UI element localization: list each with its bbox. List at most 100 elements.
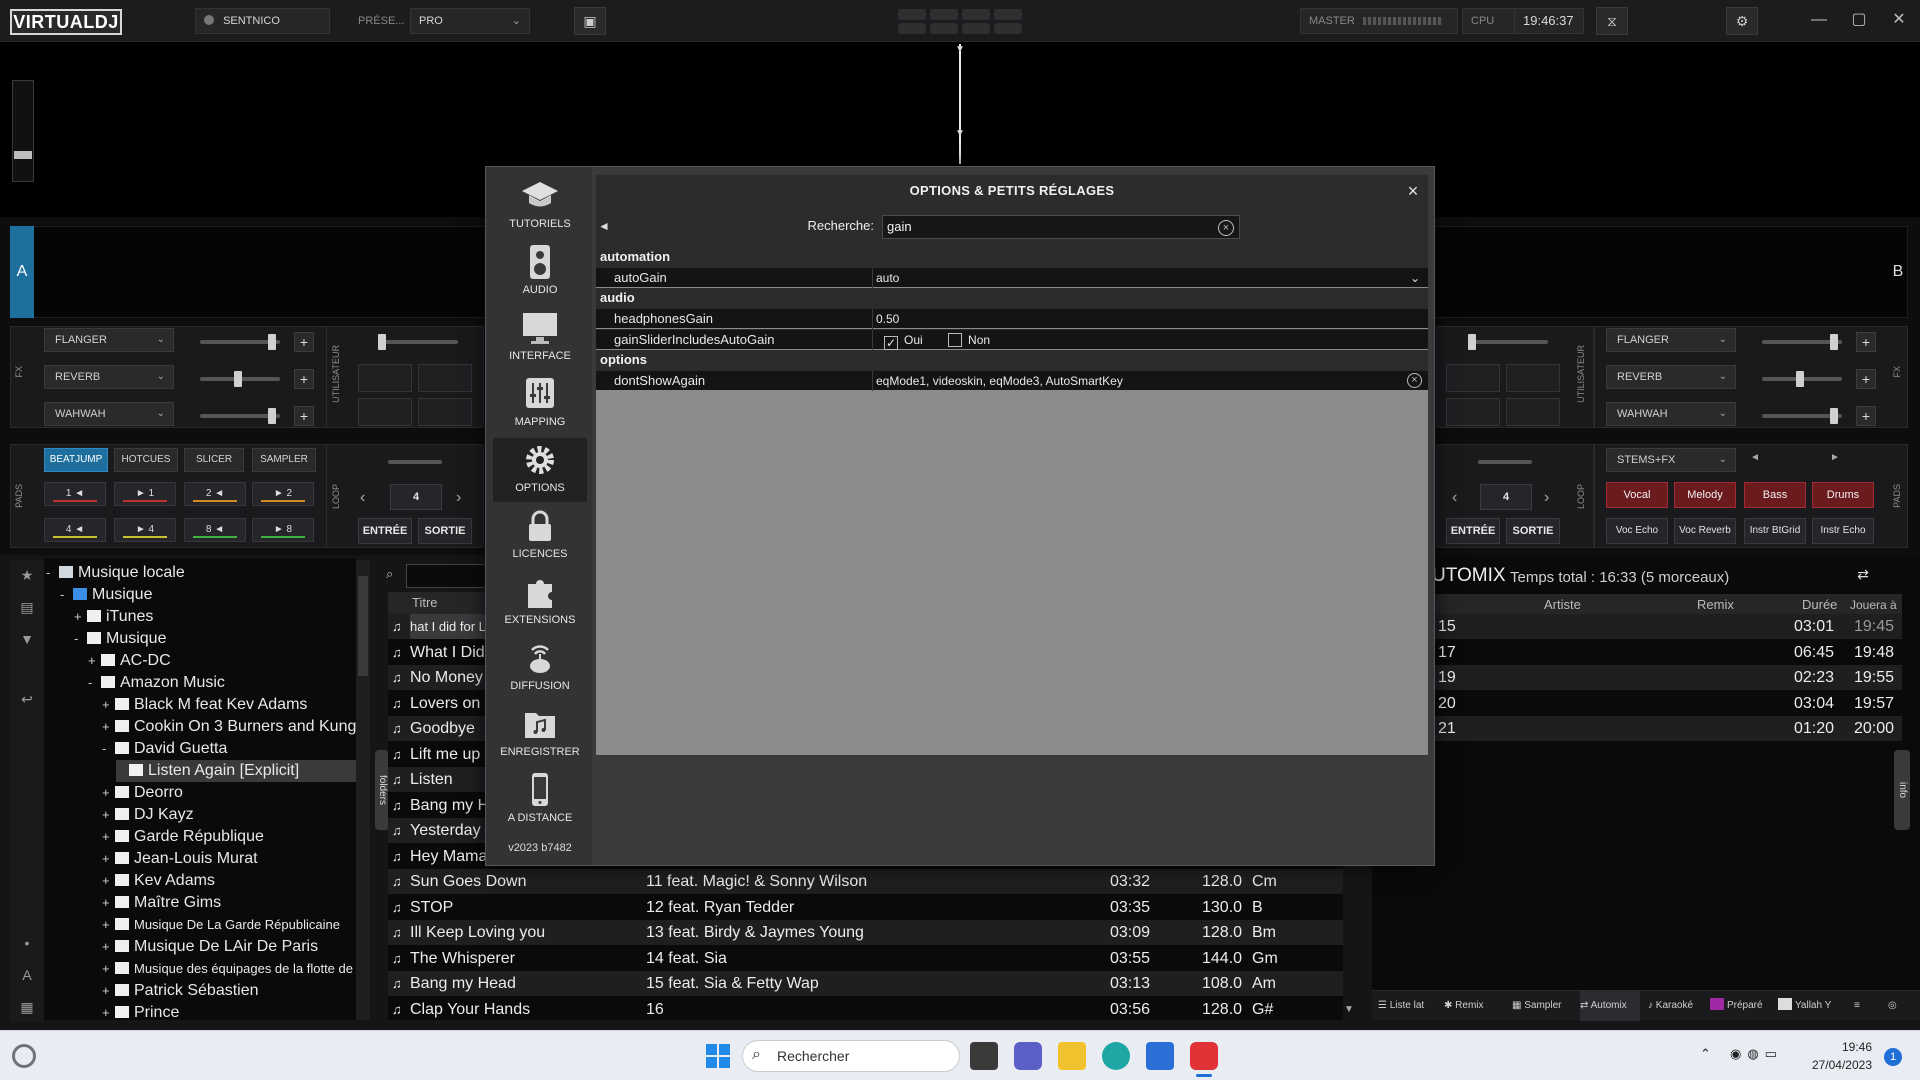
table-row[interactable]: ♫ Sun Goes Down 11 feat. Magic! & Sonny Wi… (388, 869, 1343, 894)
fx-r2-add-button[interactable]: + (1856, 369, 1876, 389)
options-search-input[interactable]: gain (882, 215, 1240, 239)
pad-4[interactable]: ► 2 (252, 482, 314, 506)
layout-button-5[interactable] (898, 23, 926, 34)
option-row-headphonesgain[interactable]: headphonesGain 0.50 (596, 308, 1428, 329)
user-slot-4[interactable] (418, 398, 472, 426)
fx-r1-add-button[interactable]: + (1856, 332, 1876, 352)
next-page-icon[interactable]: ► (1830, 452, 1840, 463)
expand-icon[interactable]: + (102, 826, 112, 848)
expand-icon[interactable]: + (102, 892, 112, 914)
tab-prepare[interactable]: Préparé (1710, 991, 1774, 1021)
tree-item[interactable]: - Musique (60, 584, 356, 606)
fx-3-slider-knob[interactable] (268, 408, 276, 424)
user-slot-r4[interactable] (1506, 398, 1560, 426)
table-row[interactable]: ♫ STOP 12 feat. Ryan Tedder 03:35 130.0 B (388, 895, 1343, 920)
back-arrow-icon[interactable]: ◄ (598, 219, 614, 235)
automix-header-artist[interactable]: Artiste (1544, 594, 1581, 616)
tree-item[interactable]: + Garde République (102, 826, 356, 848)
teams-chat-icon[interactable] (1014, 1042, 1042, 1070)
pad-6[interactable]: ► 4 (114, 518, 176, 542)
text-size-icon[interactable]: A (14, 964, 40, 986)
fx-slot-r3-dropdown[interactable]: WAHWAH ⌄ (1606, 402, 1736, 426)
nav-record[interactable]: ENREGISTRER (493, 702, 587, 766)
fx-2-slider-knob[interactable] (234, 371, 242, 387)
taskbar-time[interactable]: 19:46 (1810, 1040, 1872, 1054)
expand-icon[interactable]: + (102, 804, 112, 826)
layout-button-1[interactable] (898, 9, 926, 20)
automix-header-duration[interactable]: Durée (1802, 594, 1837, 616)
file-explorer-icon[interactable] (1058, 1042, 1086, 1070)
tree-item[interactable]: + DJ Kayz (102, 804, 356, 826)
expand-icon[interactable]: + (102, 716, 112, 738)
tree-scrollbar-thumb[interactable] (358, 576, 368, 676)
windows-start-icon[interactable] (704, 1042, 732, 1070)
fx-r1-slider-knob[interactable] (1830, 334, 1838, 350)
task-view-icon[interactable] (970, 1042, 998, 1070)
fx-slot-1-dropdown[interactable]: FLANGER ⌄ (44, 328, 174, 352)
virtualdj-taskbar-icon[interactable] (1190, 1042, 1218, 1070)
table-row[interactable]: ♫ Bang my Head 15 feat. Sia & Fetty Wap 03:… (388, 971, 1343, 996)
layout-icon[interactable]: ▦ (14, 996, 40, 1018)
tree-item[interactable]: + iTunes (74, 606, 356, 628)
fx-slot-r2-dropdown[interactable]: REVERB ⌄ (1606, 365, 1736, 389)
fx-slot-r1-dropdown[interactable]: FLANGER ⌄ (1606, 328, 1736, 352)
collapse-icon[interactable]: - (46, 562, 56, 584)
tree-item[interactable]: + AC-DC (88, 650, 356, 672)
songs-scroll-down-icon[interactable]: ▼ (1344, 1004, 1358, 1020)
stem-bass-button[interactable]: Bass (1744, 482, 1806, 508)
notification-badge[interactable]: 1 (1884, 1048, 1902, 1066)
tab-yallah[interactable]: Yallah Y (1778, 991, 1840, 1021)
tree-item[interactable]: + Deorro (102, 782, 356, 804)
deck-a-indicator[interactable]: A (10, 226, 34, 318)
stem-vocal-button[interactable]: Vocal (1606, 482, 1668, 508)
pad-3[interactable]: 2 ◄ (184, 482, 246, 506)
stem-fx-voc-echo[interactable]: Voc Echo (1606, 518, 1668, 544)
slicer-mode-button[interactable]: SLICER (184, 448, 244, 472)
tree-item[interactable]: + Musique De La Garde Républicaine (102, 914, 356, 936)
loop-r-in-button[interactable]: ENTRÉE (1446, 518, 1500, 544)
expand-icon[interactable]: + (102, 694, 112, 716)
loop-in-button[interactable]: ENTRÉE (358, 518, 412, 544)
stem-drums-button[interactable]: Drums (1812, 482, 1874, 508)
nav-audio[interactable]: AUDIO (493, 240, 587, 304)
back-icon[interactable]: ↩ (14, 688, 40, 710)
user-slot-1[interactable] (358, 364, 412, 392)
loop-slider-left[interactable] (388, 460, 442, 464)
pad-8[interactable]: ► 8 (252, 518, 314, 542)
option-row-dontshowagain[interactable]: dontShowAgain eqMode1, videoskin, eqMode… (596, 370, 1428, 391)
fx-r3-add-button[interactable]: + (1856, 406, 1876, 426)
tree-item[interactable]: + Black M feat Kev Adams (102, 694, 356, 716)
nav-remote[interactable]: A DISTANCE (493, 768, 587, 832)
nav-tutorials[interactable]: TUTORIELS (493, 174, 587, 238)
automix-row[interactable]: 17 06:45 19:48 (1432, 640, 1902, 665)
star-icon[interactable]: ★ (14, 564, 40, 586)
expand-icon[interactable]: + (102, 980, 112, 1002)
edge-browser-icon[interactable] (1102, 1042, 1130, 1070)
fx-1-slider-knob[interactable] (268, 334, 276, 350)
expand-icon[interactable]: + (102, 782, 112, 804)
user-slider-right[interactable] (1468, 340, 1548, 344)
expand-icon[interactable]: + (102, 1002, 112, 1020)
more-tabs-icon[interactable]: ≡ (1854, 991, 1874, 1021)
user-slot-3[interactable] (358, 398, 412, 426)
nav-mapping[interactable]: MAPPING (493, 372, 587, 436)
layout-button-6[interactable] (930, 23, 958, 34)
tab-sampler[interactable]: ▦ Sampler (1512, 991, 1574, 1021)
close-icon[interactable]: × (1398, 175, 1428, 207)
loop-r-increase-icon[interactable]: › (1544, 485, 1560, 511)
collapse-icon[interactable]: - (60, 584, 70, 606)
user-slider-right-knob[interactable] (1468, 334, 1476, 350)
microsoft-store-icon[interactable] (1146, 1042, 1174, 1070)
tree-item[interactable]: + Musique De LAir De Paris (102, 936, 356, 958)
fader-knob[interactable] (14, 151, 32, 159)
user-slider-left[interactable] (378, 340, 458, 344)
user-account-button[interactable]: SENTNICO (195, 8, 330, 34)
user-slot-2[interactable] (418, 364, 472, 392)
shuffle-icon[interactable]: ⇄ (1848, 566, 1878, 588)
stem-fx-instr-btgrid[interactable]: Instr BtGrid (1744, 518, 1806, 544)
deck-b-indicator[interactable]: B (1886, 226, 1910, 318)
user-slot-r2[interactable] (1506, 364, 1560, 392)
tree-item[interactable]: + Cookin On 3 Burners and Kungs (102, 716, 356, 738)
expand-icon[interactable]: + (102, 914, 112, 936)
user-slot-r3[interactable] (1446, 398, 1500, 426)
